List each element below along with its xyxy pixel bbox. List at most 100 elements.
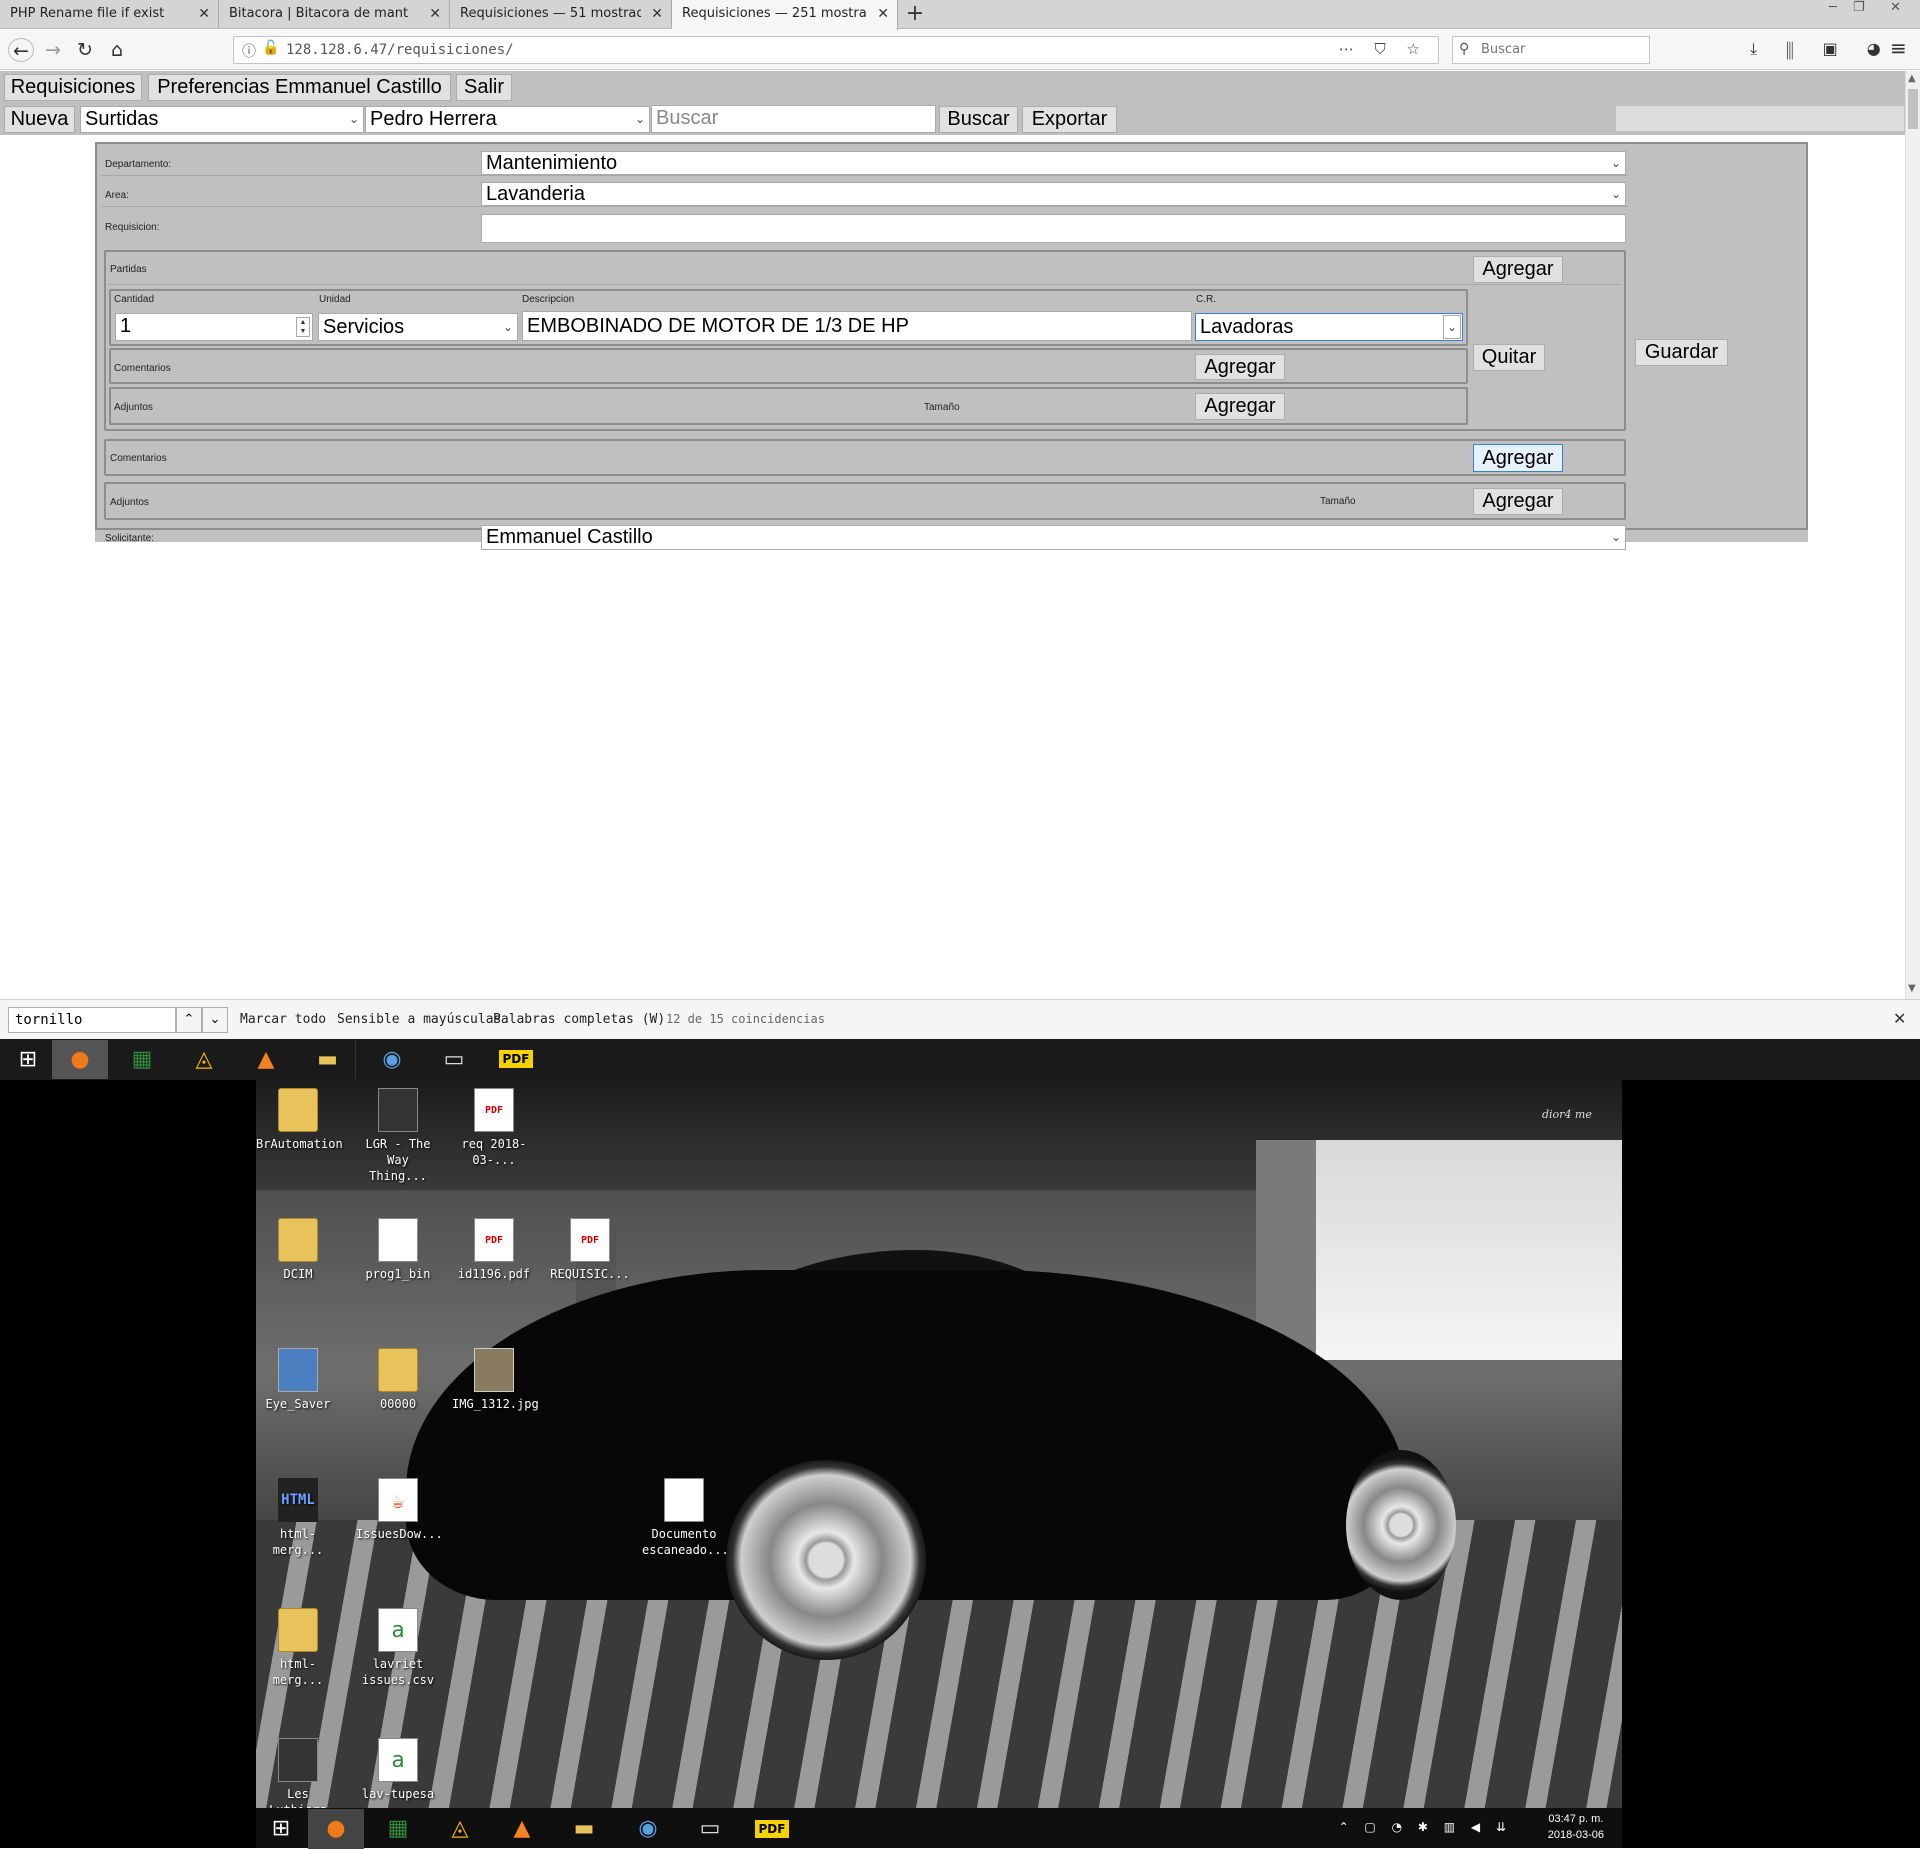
pdf-reader-icon[interactable]: PDF bbox=[744, 1809, 800, 1849]
add-adjunto-button[interactable]: Agregar bbox=[1473, 488, 1563, 515]
solicitante-value: Emmanuel Castillo bbox=[486, 526, 653, 548]
find-status: 12 de 15 coincidencias bbox=[666, 1012, 825, 1026]
tab-php-rename[interactable]: PHP Rename file if exist ✕ bbox=[0, 0, 219, 29]
hamburger-menu-icon[interactable]: ≡ bbox=[1890, 36, 1907, 60]
toolbar-icons[interactable]: ⤓ ⫼ ▣ ◕ bbox=[1750, 39, 1893, 59]
highlight-all-toggle[interactable]: Marcar todo bbox=[240, 1012, 326, 1027]
cr-select[interactable]: Lavadoras ⌄ bbox=[1195, 313, 1463, 341]
desktop-icon-video[interactable]: Les Luthiers bbox=[256, 1738, 340, 1808]
minimize-icon[interactable]: ─ bbox=[1829, 0, 1837, 15]
desktop-icon-java[interactable]: ☕ IssuesDow... bbox=[356, 1478, 443, 1542]
desktop-icon-folder[interactable]: BrAutomation bbox=[256, 1088, 343, 1152]
desktop-icon-file[interactable]: Documento escaneado... bbox=[642, 1478, 729, 1558]
scroll-down-icon[interactable]: ▼ bbox=[1908, 983, 1916, 994]
thunderbird-icon[interactable]: ◉ bbox=[620, 1809, 676, 1849]
home-icon[interactable]: ⌂ bbox=[104, 38, 130, 62]
tab-bitacora[interactable]: Bitacora | Bitacora de mant ✕ bbox=[219, 0, 450, 29]
pdf-reader-icon[interactable]: PDF bbox=[488, 1040, 544, 1079]
desktop-icon-folder[interactable]: html-merg... bbox=[256, 1608, 340, 1688]
add-item-comentario-button[interactable]: Agregar bbox=[1195, 354, 1285, 380]
desktop-icon-excel[interactable]: a lav-tupesa bbox=[356, 1738, 440, 1802]
pdf-file-icon: PDF bbox=[570, 1218, 610, 1262]
desktop-icon-video[interactable]: LGR - The Way Thing... bbox=[356, 1088, 440, 1184]
system-tray-icons[interactable]: ⌃ ▢ ◔ ✱ ▥ ◀ ⇊ bbox=[1339, 1820, 1512, 1834]
close-icon[interactable]: ✕ bbox=[877, 0, 889, 28]
add-partida-button[interactable]: Agregar bbox=[1473, 256, 1563, 283]
close-icon[interactable]: ✕ bbox=[651, 0, 663, 28]
thunderbird-icon[interactable]: ◉ bbox=[364, 1040, 420, 1079]
excel-icon[interactable]: ▦ bbox=[370, 1809, 426, 1849]
close-icon[interactable]: ✕ bbox=[1893, 1009, 1906, 1028]
nueva-button[interactable]: Nueva bbox=[4, 106, 75, 133]
windows-start-icon[interactable]: ⊞ bbox=[256, 1809, 306, 1849]
find-input[interactable]: tornillo bbox=[8, 1007, 176, 1033]
file-explorer-icon[interactable]: ▬ bbox=[556, 1809, 612, 1849]
window-close-icon[interactable]: ✕ bbox=[1890, 0, 1901, 15]
windows-start-icon[interactable]: ⊞ bbox=[0, 1040, 56, 1079]
user-filter-select[interactable]: Pedro Herrera ⌄ bbox=[365, 106, 650, 133]
solicitante-select[interactable]: Emmanuel Castillo ⌄ bbox=[481, 525, 1626, 550]
requisicion-input[interactable] bbox=[481, 214, 1626, 243]
whole-words-toggle[interactable]: Palabras completas (W) bbox=[493, 1012, 665, 1027]
clock[interactable]: 03:47 p. m. 2018-03-06 bbox=[1548, 1811, 1604, 1843]
aimp-icon[interactable]: ◬ bbox=[176, 1040, 232, 1079]
vlc-icon[interactable]: ▲ bbox=[238, 1040, 294, 1079]
search-input[interactable]: Buscar bbox=[651, 105, 936, 133]
excel-icon[interactable]: ▦ bbox=[114, 1040, 170, 1079]
reload-icon[interactable]: ↻ bbox=[72, 38, 98, 62]
desktop-icon-pdf[interactable]: PDF req 2018-03-... bbox=[452, 1088, 536, 1168]
find-previous-icon[interactable]: ⌃ bbox=[176, 1007, 202, 1033]
tab-requisiciones-251[interactable]: Requisiciones — 251 mostrad ✕ bbox=[672, 0, 898, 30]
find-next-icon[interactable]: ⌄ bbox=[202, 1007, 228, 1033]
desktop-icon-folder[interactable]: DCIM bbox=[256, 1218, 340, 1282]
match-case-toggle[interactable]: Sensible a mayúsculas bbox=[337, 1012, 501, 1027]
scroll-up-icon[interactable]: ▲ bbox=[1908, 73, 1916, 84]
salir-button[interactable]: Salir bbox=[456, 74, 512, 101]
add-comentario-button[interactable]: Agregar bbox=[1473, 444, 1563, 472]
area-select[interactable]: Lavanderia ⌄ bbox=[481, 182, 1626, 206]
desktop-icon-folder[interactable]: 00000 bbox=[356, 1348, 440, 1412]
file-explorer-icon[interactable]: ▬ bbox=[300, 1040, 356, 1079]
desktop-icon-pdf[interactable]: PDF id1196.pdf bbox=[452, 1218, 536, 1282]
window-icon[interactable]: ▭ bbox=[426, 1040, 482, 1079]
page-actions-icons[interactable]: ⋯ ⛉ ☆ bbox=[1339, 40, 1428, 58]
restore-icon[interactable]: ❐ bbox=[1853, 0, 1865, 15]
unidad-select[interactable]: Servicios ⌄ bbox=[318, 313, 518, 341]
preferencias-button[interactable]: Preferencias Emmanuel Castillo bbox=[148, 74, 451, 101]
desktop-icon-file[interactable]: prog1_bin bbox=[356, 1218, 440, 1282]
firefox-icon[interactable]: ● bbox=[308, 1809, 364, 1849]
vlc-icon[interactable]: ▲ bbox=[494, 1809, 550, 1849]
firefox-icon[interactable]: ● bbox=[52, 1040, 108, 1079]
new-tab-icon[interactable]: + bbox=[900, 0, 930, 29]
requisiciones-button[interactable]: Requisiciones bbox=[4, 74, 142, 101]
cantidad-input[interactable]: 1 ▲ ▼ bbox=[115, 313, 313, 341]
exportar-button[interactable]: Exportar bbox=[1022, 106, 1117, 133]
page-scrollbar[interactable]: ▲ ▼ bbox=[1905, 71, 1920, 999]
close-icon[interactable]: ✕ bbox=[429, 0, 441, 28]
departamento-select[interactable]: Mantenimiento ⌄ bbox=[481, 151, 1626, 175]
descripcion-input[interactable]: EMBOBINADO DE MOTOR DE 1/3 DE HP bbox=[522, 311, 1192, 341]
window-icon[interactable]: ▭ bbox=[682, 1809, 738, 1849]
aimp-icon[interactable]: ◬ bbox=[432, 1809, 488, 1849]
quitar-button[interactable]: Quitar bbox=[1473, 344, 1545, 371]
buscar-button[interactable]: Buscar bbox=[939, 106, 1018, 133]
browser-search-box[interactable]: ⚲ bbox=[1452, 36, 1650, 64]
desktop-icon-excel[interactable]: a lavriet issues.csv bbox=[356, 1608, 440, 1688]
scroll-thumb[interactable] bbox=[1908, 89, 1918, 129]
url-bar[interactable]: ⓘ 🔓 128.128.6.47/requisiciones/ ⋯ ⛉ ☆ bbox=[233, 36, 1439, 64]
status-filter-select[interactable]: Surtidas ⌄ bbox=[80, 106, 364, 133]
info-icon[interactable]: ⓘ bbox=[242, 41, 256, 61]
desktop-icon-label: REQUISIC... bbox=[550, 1267, 630, 1281]
desktop-icon-pdf[interactable]: PDF REQUISIC... bbox=[548, 1218, 632, 1282]
tab-requisiciones-51[interactable]: Requisiciones — 51 mostrada ✕ bbox=[450, 0, 672, 29]
desktop-icon-app[interactable]: Eye_Saver bbox=[256, 1348, 340, 1412]
back-icon[interactable]: ← bbox=[8, 38, 34, 62]
stepper-icon[interactable]: ▲ ▼ bbox=[296, 317, 310, 337]
guardar-button[interactable]: Guardar bbox=[1635, 339, 1728, 366]
desktop-icon-app[interactable]: HTML html-merg... bbox=[256, 1478, 340, 1558]
browser-search-input[interactable] bbox=[1481, 42, 1641, 57]
add-item-adjunto-button[interactable]: Agregar bbox=[1195, 393, 1285, 420]
forward-icon[interactable]: → bbox=[40, 38, 66, 62]
close-icon[interactable]: ✕ bbox=[198, 0, 210, 28]
desktop-icon-image[interactable]: IMG_1312.jpg bbox=[452, 1348, 539, 1412]
